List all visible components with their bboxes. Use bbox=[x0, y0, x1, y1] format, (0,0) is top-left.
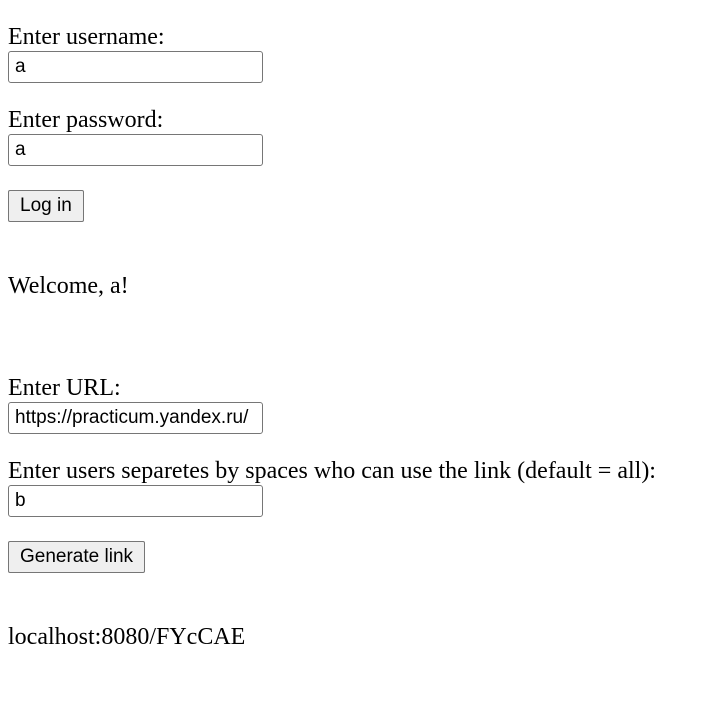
allowed-users-label: Enter users separetes by spaces who can … bbox=[8, 458, 656, 484]
login-button[interactable]: Log in bbox=[8, 190, 84, 222]
url-input[interactable] bbox=[8, 402, 263, 434]
generate-link-button[interactable]: Generate link bbox=[8, 541, 146, 573]
username-label: Enter username: bbox=[8, 24, 165, 50]
generated-link-output: localhost:8080/FYcCAE bbox=[8, 624, 246, 650]
username-input[interactable] bbox=[8, 51, 263, 83]
url-label: Enter URL: bbox=[8, 375, 121, 401]
password-input[interactable] bbox=[8, 134, 263, 166]
allowed-users-input[interactable] bbox=[8, 485, 263, 517]
password-label: Enter password: bbox=[8, 107, 164, 133]
welcome-message: Welcome, a! bbox=[8, 273, 129, 299]
